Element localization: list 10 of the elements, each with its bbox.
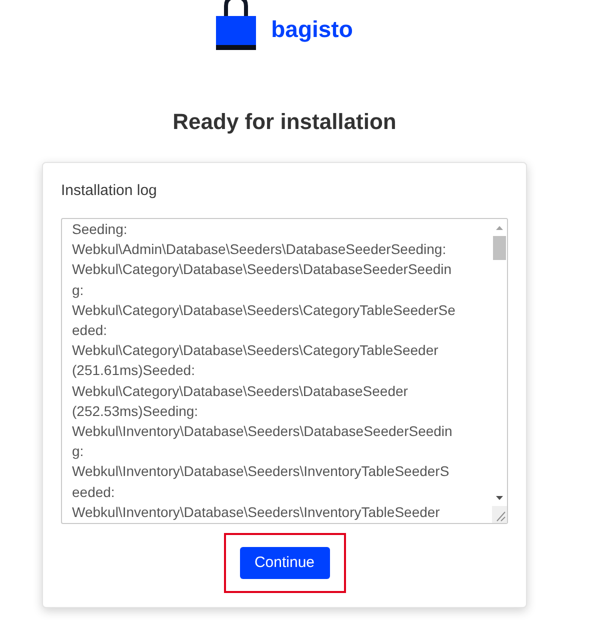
page-title: Ready for installation (172, 108, 396, 136)
logo-wordmark: bagisto (271, 15, 353, 43)
scroll-down-icon[interactable] (496, 496, 503, 500)
scroll-up-icon[interactable] (496, 226, 503, 230)
log-label: Installation log (61, 181, 158, 201)
scrollbar-thumb[interactable] (493, 236, 506, 260)
shopping-bag-icon (216, 0, 256, 50)
continue-button[interactable]: Continue (240, 547, 330, 579)
resize-grip-icon[interactable] (492, 506, 507, 523)
log-textarea[interactable]: Seeding: Webkul\Admin\Database\Seeders\DatabaseSeederSeeding: Webkul\Category\Database\Seeders\DatabaseSeederSeedin g: Webkul\Category\Database\Seeders\CategoryTableSeederSe eded: Webkul\Category\Database\Seeders\CategoryTableSeeder (251.61ms)Seeded: Webkul\Category\Database\Seeders\DatabaseSeeder (252.53ms)Seeding: Webkul\Inventory\Database\Seeders\DatabaseSeederSeedin g: Webkul\Inventory\Database\Seeders\InventoryTableSeederS eeded: Webkul\Inventory\Database\Seeders\InventoryTableSeeder (61, 218, 508, 524)
